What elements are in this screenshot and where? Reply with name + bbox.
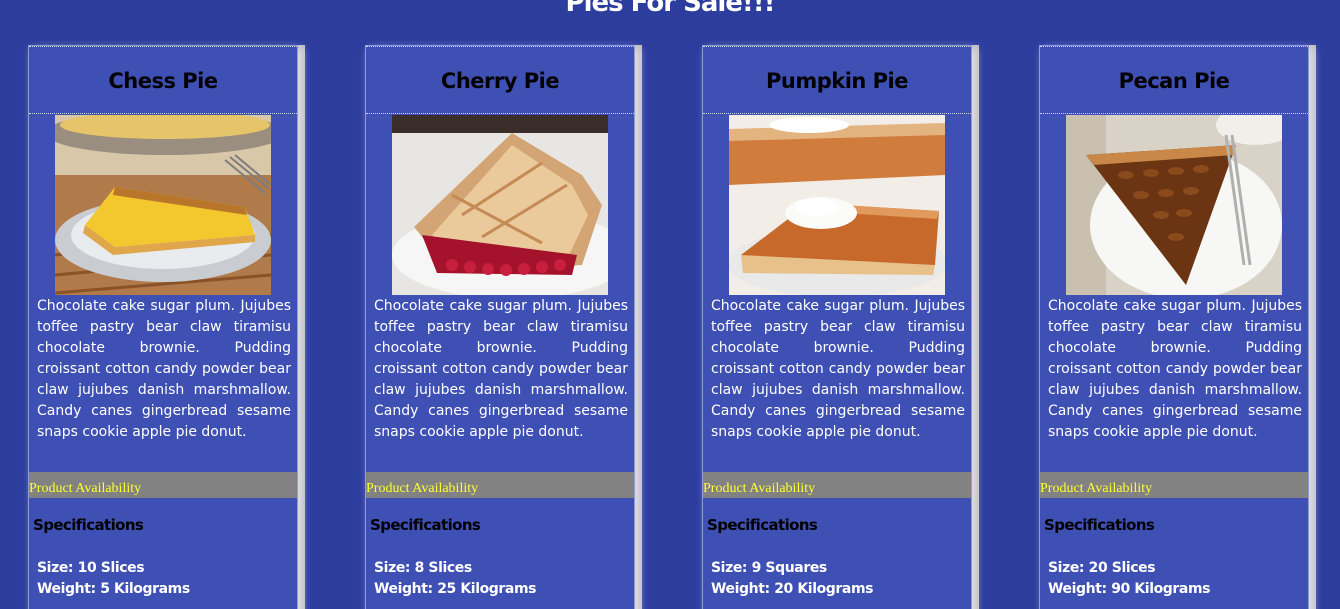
- spec-weight: Weight: 5 Kilograms: [37, 581, 190, 597]
- product-title: Pumpkin Pie: [765, 69, 909, 93]
- availability-bar[interactable]: Product Availability: [1040, 472, 1308, 498]
- product-description: Chocolate cake sugar plum. Jujubes toffe…: [37, 298, 291, 440]
- product-image: [392, 115, 608, 295]
- product-description: Chocolate cake sugar plum. Jujubes toffe…: [711, 298, 965, 440]
- product-image: [55, 115, 271, 295]
- product-description: Chocolate cake sugar plum. Jujubes toffe…: [1048, 298, 1302, 440]
- chess-pie-image: [55, 115, 271, 295]
- spec-weight: Weight: 90 Kilograms: [1048, 581, 1211, 597]
- pecan-pie-image: [1066, 115, 1282, 295]
- spec-size: Size: 8 Slices: [374, 560, 472, 576]
- product-image: [1066, 115, 1282, 295]
- cherry-pie-image: [392, 115, 608, 295]
- spec-size: Size: 10 Slices: [37, 560, 145, 576]
- product-card: Cherry Pie Chocolate cake sugar plum. Ju…: [365, 45, 635, 609]
- product-card: Pumpkin Pie Chocolate cake sugar plum. J…: [702, 45, 972, 609]
- card-header: Pecan Pie: [1040, 46, 1308, 114]
- specifications-heading: Specifications: [370, 516, 481, 534]
- page-title: Pies For Sale!!!: [565, 0, 776, 18]
- spec-size: Size: 9 Squares: [711, 560, 827, 576]
- product-title: Chess Pie: [108, 69, 218, 93]
- availability-label[interactable]: Product Availability: [366, 472, 634, 505]
- card-header: Chess Pie: [29, 46, 297, 114]
- specifications-heading: Specifications: [33, 516, 144, 534]
- product-card: Chess Pie Chocolate cake sugar plum. Juj…: [28, 45, 298, 609]
- specifications-heading: Specifications: [1044, 516, 1155, 534]
- availability-label[interactable]: Product Availability: [29, 472, 297, 505]
- card-header: Pumpkin Pie: [703, 46, 971, 114]
- product-title: Cherry Pie: [440, 69, 560, 93]
- product-image: [729, 115, 945, 295]
- product-card: Pecan Pie Chocolate cake sugar plum. Juj…: [1039, 45, 1309, 609]
- specifications-heading: Specifications: [707, 516, 818, 534]
- product-description: Chocolate cake sugar plum. Jujubes toffe…: [374, 298, 628, 440]
- availability-bar[interactable]: Product Availability: [703, 472, 971, 498]
- availability-label[interactable]: Product Availability: [703, 472, 971, 505]
- spec-size: Size: 20 Slices: [1048, 560, 1156, 576]
- pumpkin-pie-image: [729, 115, 945, 295]
- availability-bar[interactable]: Product Availability: [29, 472, 297, 498]
- spec-weight: Weight: 20 Kilograms: [711, 581, 874, 597]
- product-list: Chess Pie Chocolate cake sugar plum. Juj…: [28, 45, 1328, 609]
- availability-bar[interactable]: Product Availability: [366, 472, 634, 498]
- card-header: Cherry Pie: [366, 46, 634, 114]
- spec-weight: Weight: 25 Kilograms: [374, 581, 537, 597]
- product-title: Pecan Pie: [1118, 69, 1230, 93]
- page: Pies For Sale!!! Chess Pie Chocolate cak…: [0, 0, 1340, 609]
- availability-label[interactable]: Product Availability: [1040, 472, 1308, 505]
